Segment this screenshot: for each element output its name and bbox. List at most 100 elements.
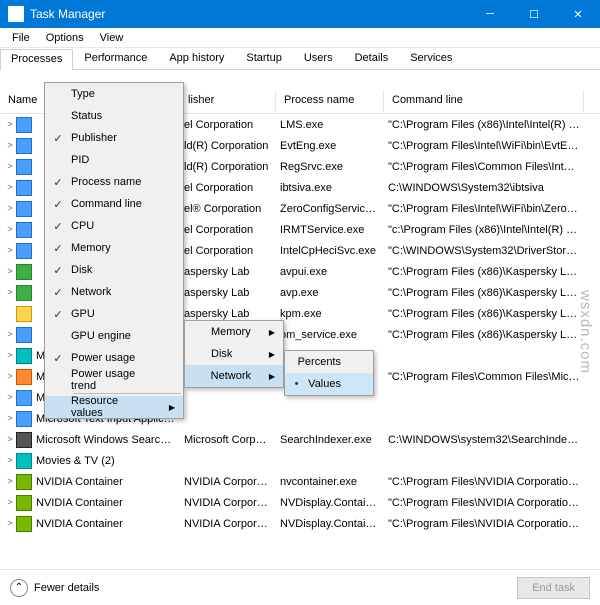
ctx-item-command-line[interactable]: ✓Command line (45, 193, 183, 215)
tab-services[interactable]: Services (399, 48, 463, 69)
expand-icon[interactable]: > (4, 329, 16, 339)
expand-icon[interactable]: > (4, 140, 16, 150)
column-command-line[interactable]: Command line (384, 90, 584, 113)
header-context-menu[interactable]: TypeStatus✓PublisherPID✓Process name✓Com… (44, 82, 184, 419)
process-name-label: Microsoft Windows Search I... (36, 433, 180, 445)
check-icon: ✓ (45, 352, 71, 365)
process-name-label: Movies & TV (2) (36, 454, 115, 466)
menu-file[interactable]: File (4, 30, 38, 46)
publisher-cell: NVIDIA Corporation (180, 518, 276, 530)
arrow-right-icon: ▶ (169, 403, 175, 412)
menubar: File Options View (0, 28, 600, 48)
ctx-item-status[interactable]: Status (45, 105, 183, 127)
tab-details[interactable]: Details (344, 48, 400, 69)
titlebar: Task Manager ─ ☐ ✕ (0, 0, 600, 28)
expand-icon[interactable]: > (4, 350, 16, 360)
expand-icon[interactable]: > (4, 266, 16, 276)
arrow-right-icon: ▶ (269, 350, 275, 359)
process-icon (16, 306, 32, 322)
process-icon (16, 411, 32, 427)
ctx-item-cpu[interactable]: ✓CPU (45, 215, 183, 237)
process-name-label: NVIDIA Container (36, 475, 123, 487)
expand-icon[interactable]: > (4, 203, 16, 213)
command-line-cell: "C:\Program Files\Intel\WiFi\bin\ZeroCon… (384, 203, 584, 215)
tab-app-history[interactable]: App history (158, 48, 235, 69)
expand-icon[interactable]: > (4, 413, 16, 423)
expand-icon[interactable]: > (4, 455, 16, 465)
process-exe-cell: avp.exe (276, 287, 384, 299)
column-process-name[interactable]: Process name (276, 90, 384, 113)
ctx-item-power-usage-trend[interactable]: Power usage trend (45, 369, 183, 391)
ctx-item-values[interactable]: •Values (285, 373, 373, 395)
expand-icon[interactable]: > (4, 518, 16, 528)
expand-icon[interactable]: > (4, 287, 16, 297)
process-icon (16, 138, 32, 154)
process-icon (16, 159, 32, 175)
process-icon (16, 264, 32, 280)
tab-users[interactable]: Users (293, 48, 344, 69)
ctx-item-power-usage[interactable]: ✓Power usage (45, 347, 183, 369)
command-line-cell: "C:\Program Files\Common Files\Intel\Wir… (384, 161, 584, 173)
ctx-item-network[interactable]: ✓Network (45, 281, 183, 303)
arrow-right-icon: ▶ (269, 372, 275, 381)
process-icon (16, 222, 32, 238)
column-publisher[interactable]: lisher (180, 90, 276, 113)
ctx-item-gpu[interactable]: ✓GPU (45, 303, 183, 325)
ctx-item-memory[interactable]: ✓Memory (45, 237, 183, 259)
expand-icon[interactable]: > (4, 497, 16, 507)
ctx-item-type[interactable]: Type (45, 83, 183, 105)
ctx-item-disk[interactable]: Disk▶ (185, 343, 283, 365)
table-row[interactable]: >NVIDIA ContainerNVIDIA CorporationNVDis… (0, 513, 600, 534)
ctx-item-percents[interactable]: Percents (285, 351, 373, 373)
table-row[interactable]: >NVIDIA ContainerNVIDIA Corporationnvcon… (0, 471, 600, 492)
ctx-item-gpu-engine[interactable]: GPU engine (45, 325, 183, 347)
resource-values-submenu[interactable]: Memory▶Disk▶Network▶ (184, 320, 284, 388)
ctx-item-process-name[interactable]: ✓Process name (45, 171, 183, 193)
table-row[interactable]: >NVIDIA ContainerNVIDIA CorporationNVDis… (0, 492, 600, 513)
process-exe-cell: NVDisplay.Container.e... (276, 497, 384, 509)
process-icon (16, 201, 32, 217)
maximize-button[interactable]: ☐ (512, 0, 556, 28)
minimize-button[interactable]: ─ (468, 0, 512, 28)
ctx-item-memory[interactable]: Memory▶ (185, 321, 283, 343)
expand-icon[interactable]: > (4, 119, 16, 129)
ctx-item-disk[interactable]: ✓Disk (45, 259, 183, 281)
expand-icon[interactable]: > (4, 245, 16, 255)
tab-performance[interactable]: Performance (73, 48, 158, 69)
expand-icon[interactable]: > (4, 161, 16, 171)
expand-icon[interactable]: > (4, 224, 16, 234)
command-line-cell: "C:\Program Files (x86)\Kaspersky Lab\Ka… (384, 308, 584, 320)
menu-view[interactable]: View (92, 30, 132, 46)
publisher-cell: el Corporation (180, 224, 276, 236)
tab-processes[interactable]: Processes (0, 49, 73, 70)
expand-icon[interactable]: > (4, 392, 16, 402)
publisher-cell: aspersky Lab (180, 266, 276, 278)
command-line-cell: "C:\Program Files\Intel\WiFi\bin\EvtEng.… (384, 140, 584, 152)
close-button[interactable]: ✕ (556, 0, 600, 28)
expand-icon[interactable]: > (4, 476, 16, 486)
table-row[interactable]: >Microsoft Windows Search I...Microsoft … (0, 429, 600, 450)
command-line-cell: "C:\Program Files (x86)\Kaspersky Lab\Ka… (384, 266, 584, 278)
chevron-up-icon[interactable]: ⌃ (10, 579, 28, 597)
table-row[interactable]: > Movies & TV (2) (0, 450, 600, 471)
fewer-details-link[interactable]: Fewer details (34, 582, 99, 594)
end-task-button[interactable]: End task (517, 577, 590, 599)
ctx-item-pid[interactable]: PID (45, 149, 183, 171)
expand-icon[interactable]: > (4, 182, 16, 192)
expand-icon[interactable]: > (4, 371, 16, 381)
menu-options[interactable]: Options (38, 30, 92, 46)
expand-icon[interactable]: > (4, 434, 16, 444)
window-title: Task Manager (30, 7, 468, 21)
ctx-item-publisher[interactable]: ✓Publisher (45, 127, 183, 149)
process-exe-cell: IRMTService.exe (276, 224, 384, 236)
command-line-cell: C:\WINDOWS\System32\ibtsiva (384, 182, 584, 194)
command-line-cell: "C:\Program Files\NVIDIA Corporation\Dis… (384, 518, 584, 530)
check-icon: ✓ (45, 132, 71, 145)
tab-startup[interactable]: Startup (235, 48, 292, 69)
ctx-item-network[interactable]: Network▶ (185, 365, 283, 387)
network-submenu[interactable]: Percents•Values (284, 350, 374, 396)
check-icon: ✓ (45, 308, 71, 321)
process-icon (16, 453, 32, 469)
ctx-item-resource-values[interactable]: Resource values▶ (45, 396, 183, 418)
publisher-cell: ld(R) Corporation (180, 140, 276, 152)
